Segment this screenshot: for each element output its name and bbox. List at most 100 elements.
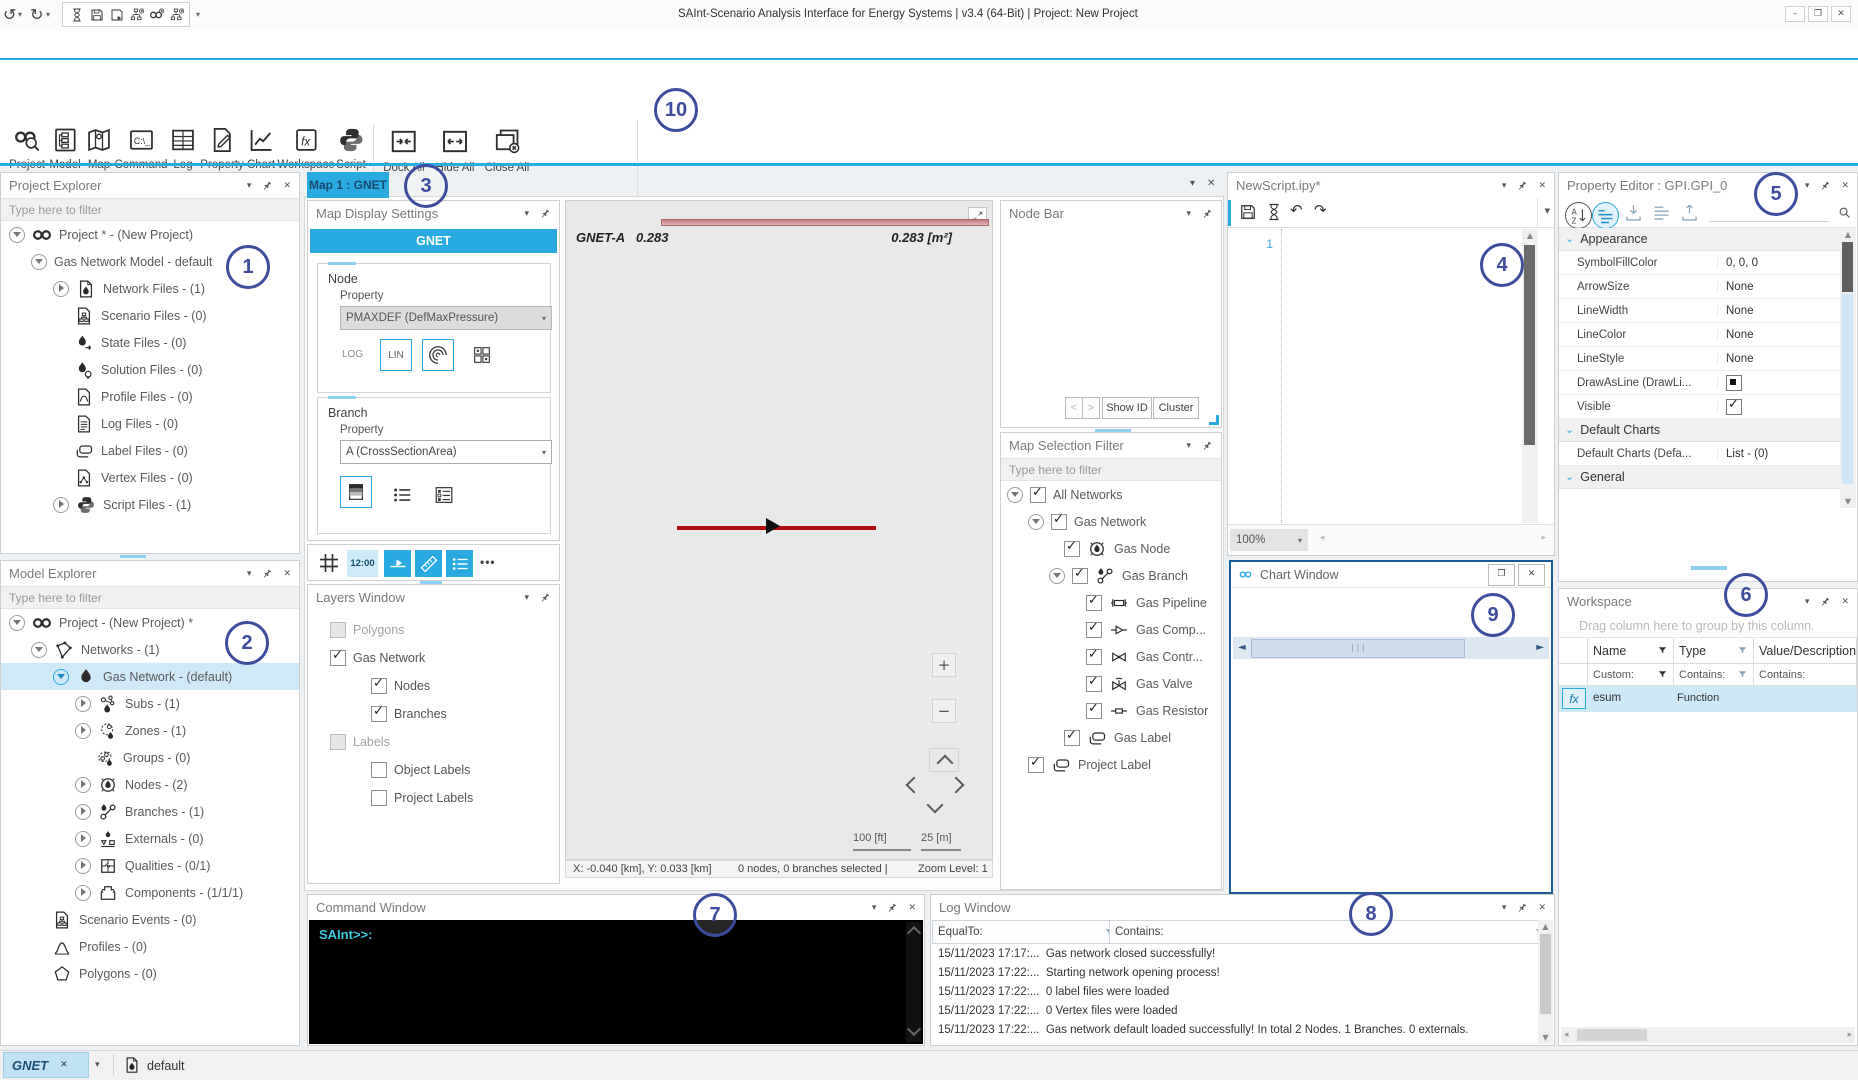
checkbox[interactable] <box>1072 568 1088 584</box>
tree-item[interactable]: Project * - (New Project) <box>1 221 299 248</box>
log-row[interactable]: 15/11/2023 17:22:... 0 label files were … <box>938 986 1169 998</box>
more-options-button[interactable]: ••• <box>480 555 496 569</box>
grid-toggle-icon[interactable] <box>317 551 341 575</box>
log-row[interactable]: 15/11/2023 17:22:... Gas network default… <box>938 1024 1468 1036</box>
chart-hscrollbar[interactable]: ◄ | | | ► <box>1233 637 1549 659</box>
map-canvas[interactable]: GNET-A 0.283 0.283 [m²] + − 100 [ft] 25 … <box>565 200 993 860</box>
layer-item-object-labels[interactable]: Object Labels <box>308 756 559 784</box>
panel-menu-icon[interactable]: ▾ <box>1186 441 1191 451</box>
panel-menu-icon[interactable]: ▾ <box>1502 903 1507 913</box>
log-filter-message[interactable]: Contains: <box>1109 920 1551 944</box>
hscroll-right-icon[interactable]: ▸ <box>1541 533 1546 543</box>
property-row[interactable]: LineStyleNone <box>1559 347 1840 371</box>
cluster-button[interactable]: Cluster <box>1153 397 1199 419</box>
expander-icon[interactable] <box>75 696 91 712</box>
filter-cell-type[interactable]: Contains: <box>1674 664 1754 686</box>
toolbar-overflow-icon[interactable]: ▼ <box>1545 207 1550 215</box>
color-grid-button[interactable] <box>466 339 498 371</box>
network-tab-dropdown-icon[interactable]: ▾ <box>95 1060 100 1070</box>
tree-item[interactable]: All Networks <box>1001 481 1221 508</box>
legend-list-button[interactable] <box>446 550 473 577</box>
checkbox[interactable] <box>330 734 346 750</box>
tree-item[interactable]: Externals - (0) <box>1 825 299 852</box>
filter-input[interactable]: Type here to filter <box>1 198 299 221</box>
checkbox[interactable] <box>1086 703 1102 719</box>
tree-item[interactable]: Gas Label <box>1001 724 1221 751</box>
property-row[interactable]: DrawAsLine (DrawLi... <box>1559 371 1840 395</box>
expander-icon[interactable] <box>1028 514 1044 530</box>
tree-item[interactable]: Vertex Files - (0) <box>1 464 299 491</box>
doc-tab-list-icon[interactable]: ▾ <box>1190 178 1195 189</box>
tree-item[interactable]: Log Files - (0) <box>1 410 299 437</box>
map-document-tab[interactable]: Map 1 : GNET <box>307 172 389 198</box>
pin-icon[interactable] <box>1516 180 1528 192</box>
tree-item[interactable]: Gas Pipeline <box>1001 589 1221 616</box>
column-header-type[interactable]: Type <box>1674 638 1754 664</box>
checkbox-indeterminate[interactable] <box>1726 375 1742 391</box>
expander-icon[interactable] <box>75 885 91 901</box>
checkbox[interactable] <box>1030 487 1046 503</box>
panel-menu-icon[interactable]: ▾ <box>247 569 252 579</box>
pin-icon[interactable] <box>1201 208 1213 220</box>
ribbon-close-all-button[interactable]: Close All <box>485 124 530 174</box>
panel-menu-icon[interactable]: ▾ <box>247 181 252 191</box>
tree-item[interactable]: Subs - (1) <box>1 690 299 717</box>
tree-item[interactable]: Gas Comp... <box>1001 616 1221 643</box>
tree-item[interactable]: Label Files - (0) <box>1 437 299 464</box>
close-icon[interactable]: ✕ <box>1538 181 1546 191</box>
sort-alphabetical-icon[interactable] <box>1565 202 1592 229</box>
checkbox[interactable] <box>330 622 346 638</box>
checkbox[interactable] <box>371 790 387 806</box>
pin-icon[interactable] <box>886 902 898 914</box>
close-icon[interactable]: ✕ <box>283 181 291 191</box>
tree-item-selected[interactable]: Gas Network - (default) <box>1 663 299 690</box>
checkbox[interactable] <box>1086 622 1102 638</box>
pin-icon[interactable] <box>1819 596 1831 608</box>
pan-right-button[interactable] <box>948 777 965 794</box>
ribbon-hide-all-button[interactable]: Hide All <box>436 124 475 174</box>
restore-button[interactable]: ❐ <box>1808 6 1828 22</box>
stacked-bars-button[interactable] <box>340 476 372 508</box>
close-scenario-icon[interactable] <box>169 7 185 23</box>
property-group[interactable]: ⌄Default Charts <box>1559 419 1840 442</box>
close-icon[interactable]: ✕ <box>1841 597 1849 607</box>
property-group[interactable]: ⌄General <box>1559 466 1840 489</box>
workspace-hscrollbar[interactable]: ◂ ▸ <box>1561 1027 1855 1043</box>
redo-icon[interactable]: ↷ <box>1314 201 1327 219</box>
tree-item[interactable]: Scenario Events - (0) <box>1 906 299 933</box>
tree-item[interactable]: Branches - (1) <box>1 798 299 825</box>
close-icon[interactable]: ✕ <box>283 569 291 579</box>
checkbox[interactable] <box>371 706 387 722</box>
property-group[interactable]: ⌄Appearance <box>1559 228 1840 251</box>
radial-symbol-button[interactable] <box>422 339 454 371</box>
search-icon[interactable] <box>1837 205 1852 220</box>
show-id-button[interactable]: Show ID <box>1102 397 1152 419</box>
pin-icon[interactable] <box>1516 902 1528 914</box>
pan-up-button[interactable] <box>929 748 959 772</box>
layer-item-branches[interactable]: Branches <box>308 700 559 728</box>
pin-icon[interactable] <box>539 592 551 604</box>
tree-item[interactable]: Project Label <box>1001 751 1221 778</box>
property-row[interactable]: Visible <box>1559 395 1840 419</box>
tree-item[interactable]: Script Files - (1) <box>1 491 299 518</box>
close-network-tab-icon[interactable]: ✕ <box>60 1060 68 1070</box>
expander-icon[interactable] <box>53 497 69 513</box>
tree-item[interactable]: Scenario Files - (0) <box>1 302 299 329</box>
property-scrollbar[interactable]: ▲ ▼ <box>1840 228 1856 508</box>
checkbox[interactable] <box>1064 730 1080 746</box>
property-row[interactable]: Default Charts (Defa...List - (0) <box>1559 442 1840 466</box>
tree-item[interactable]: State Files - (0) <box>1 329 299 356</box>
scrollbar-thumb[interactable] <box>1577 1029 1647 1041</box>
filter-funnel-icon[interactable] <box>1657 669 1668 680</box>
log-row[interactable]: 15/11/2023 17:22:... Starting network op… <box>938 967 1220 979</box>
expander-icon[interactable] <box>53 281 69 297</box>
network-tab-gnet[interactable]: GNET ✕ <box>3 1052 89 1078</box>
checkbox[interactable] <box>1086 649 1102 665</box>
pin-icon[interactable] <box>261 180 273 192</box>
ruler-button[interactable] <box>415 550 442 577</box>
checkbox[interactable] <box>1086 595 1102 611</box>
editor-zoom-dropdown[interactable]: 100%▾ <box>1230 529 1308 551</box>
splitter-grip[interactable] <box>1691 566 1727 570</box>
branch-property-dropdown[interactable]: A (CrossSectionArea)▾ <box>340 440 552 464</box>
zoom-in-button[interactable]: + <box>932 653 956 677</box>
